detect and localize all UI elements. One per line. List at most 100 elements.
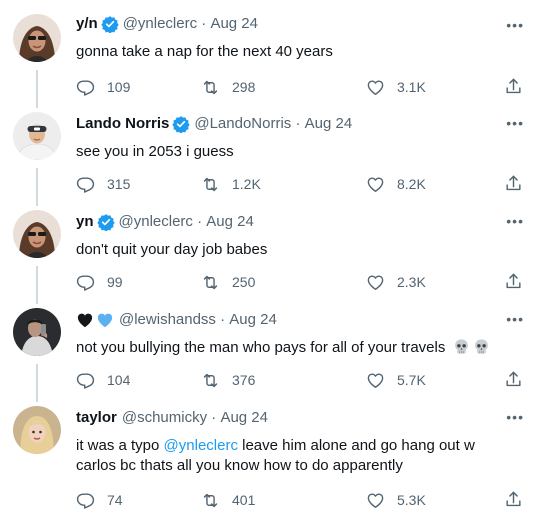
share-button[interactable] (504, 272, 535, 291)
tweet-text: see you in 2053 i guess (76, 143, 234, 160)
retweet-icon (201, 273, 220, 292)
share-button[interactable] (504, 77, 535, 96)
reply-icon (76, 371, 95, 390)
verified-badge-icon (172, 115, 190, 133)
share-button[interactable] (504, 490, 535, 509)
like-button[interactable]: 5.7K (366, 370, 426, 390)
tweet-date[interactable]: Aug 24 (210, 14, 258, 34)
more-options-icon[interactable]: ••• (506, 116, 524, 130)
separator-dot: · (211, 409, 217, 426)
display-name[interactable]: yn (76, 212, 94, 232)
like-button[interactable]: 2.3K (366, 272, 426, 292)
share-icon (504, 370, 523, 389)
name-emoji[interactable] (76, 311, 114, 329)
user-handle[interactable]: @schumicky (122, 408, 207, 428)
reply-count: 74 (107, 492, 123, 508)
retweet-count: 250 (232, 274, 256, 290)
user-handle[interactable]: @LandoNorris (194, 114, 291, 134)
avatar[interactable] (13, 210, 61, 258)
retweet-count: 376 (232, 372, 256, 388)
retweet-button[interactable]: 298 (201, 77, 255, 97)
blue-heart-icon (97, 313, 113, 328)
avatar[interactable] (13, 14, 61, 62)
tweet[interactable]: y/n @ynleclerc · Aug 24 ••• gonna take a… (0, 0, 540, 104)
tweet-text: it was a typo @ynleclerc leave him alone… (76, 436, 516, 476)
more-options-icon[interactable]: ••• (506, 18, 524, 32)
more-options-icon[interactable]: ••• (506, 312, 524, 326)
display-name[interactable]: Lando Norris (76, 114, 169, 134)
tweet-date[interactable]: Aug 24 (206, 212, 254, 232)
skull-emoji-icon (453, 338, 470, 355)
like-count: 2.3K (397, 274, 426, 290)
like-button[interactable]: 3.1K (366, 77, 426, 97)
retweet-button[interactable]: 250 (201, 272, 255, 292)
display-name[interactable]: y/n (76, 14, 98, 34)
reply-button[interactable]: 74 (76, 490, 123, 510)
user-handle[interactable]: @ynleclerc (119, 212, 193, 232)
skull-emoji-icon (473, 338, 490, 355)
reply-icon (76, 273, 95, 292)
retweet-count: 1.2K (232, 176, 261, 192)
separator-dot: · (197, 213, 203, 230)
black-heart-icon (77, 313, 93, 328)
tweet-date[interactable]: Aug 24 (220, 408, 268, 428)
retweet-icon (201, 371, 220, 390)
share-button[interactable] (504, 174, 535, 193)
reply-count: 315 (107, 176, 131, 192)
user-handle[interactable]: @lewishandss (119, 310, 216, 330)
share-icon (504, 77, 523, 96)
reply-count: 99 (107, 274, 123, 290)
heart-icon (366, 175, 385, 194)
tweet[interactable]: Lando Norris @LandoNorris · Aug 24 ••• s… (0, 98, 540, 196)
tweet-date[interactable]: Aug 24 (305, 114, 353, 134)
like-button[interactable]: 8.2K (366, 174, 426, 194)
share-icon (504, 174, 523, 193)
reply-icon (76, 175, 95, 194)
tweet[interactable]: yn @ynleclerc · Aug 24 ••• don't quit yo… (0, 196, 540, 294)
mention-link[interactable]: @ynleclerc (164, 437, 238, 454)
like-count: 5.3K (397, 492, 426, 508)
retweet-icon (201, 491, 220, 510)
avatar[interactable] (13, 112, 61, 160)
reply-icon (76, 78, 95, 97)
retweet-button[interactable]: 376 (201, 370, 255, 390)
separator-dot: · (220, 311, 226, 328)
verified-badge-icon (97, 213, 115, 231)
share-icon (504, 490, 523, 509)
retweet-count: 401 (232, 492, 256, 508)
more-options-icon[interactable]: ••• (506, 214, 524, 228)
tweet-text: not you bullying the man who pays for al… (76, 339, 446, 356)
retweet-button[interactable]: 1.2K (201, 174, 261, 194)
avatar[interactable] (13, 308, 61, 356)
reply-button[interactable]: 109 (76, 77, 130, 97)
tweet-date[interactable]: Aug 24 (229, 310, 277, 330)
avatar[interactable] (13, 406, 61, 454)
reply-button[interactable]: 315 (76, 174, 130, 194)
tweet[interactable]: taylor @schumicky · Aug 24 ••• it was a … (0, 392, 540, 523)
like-count: 5.7K (397, 372, 426, 388)
share-icon (504, 272, 523, 291)
like-button[interactable]: 5.3K (366, 490, 426, 510)
retweet-count: 298 (232, 79, 256, 95)
like-count: 3.1K (397, 79, 426, 95)
share-button[interactable] (504, 370, 535, 389)
reply-count: 109 (107, 79, 131, 95)
tweet-text: gonna take a nap for the next 40 years (76, 43, 333, 60)
heart-icon (366, 371, 385, 390)
like-count: 8.2K (397, 176, 426, 192)
user-handle[interactable]: @ynleclerc (123, 14, 197, 34)
tweet-text: don't quit your day job babes (76, 241, 268, 258)
reply-button[interactable]: 104 (76, 370, 130, 390)
tweet[interactable]: @lewishandss · Aug 24 ••• not you bullyi… (0, 294, 540, 392)
heart-icon (366, 273, 385, 292)
retweet-button[interactable]: 401 (201, 490, 255, 510)
separator-dot: · (201, 15, 207, 32)
more-options-icon[interactable]: ••• (506, 410, 524, 424)
tweet-text-container: not you bullying the man who pays for al… (76, 338, 524, 358)
display-name[interactable]: taylor (76, 408, 117, 428)
reply-icon (76, 491, 95, 510)
heart-icon (366, 78, 385, 97)
retweet-icon (201, 175, 220, 194)
reply-button[interactable]: 99 (76, 272, 123, 292)
retweet-icon (201, 78, 220, 97)
